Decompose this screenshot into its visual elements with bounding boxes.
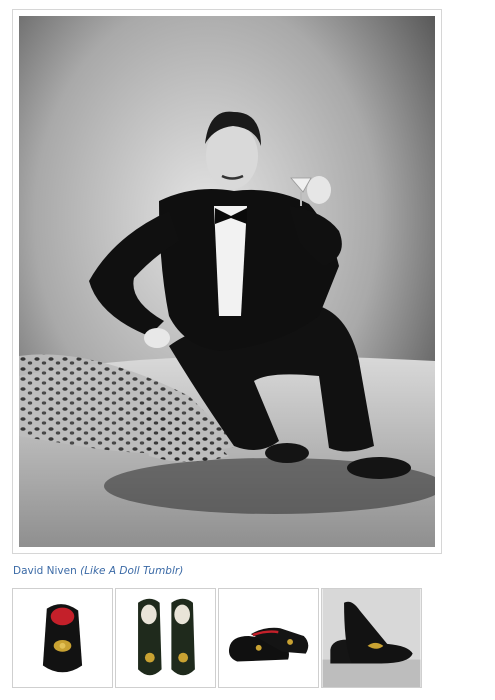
main-photo[interactable]	[19, 16, 435, 547]
main-photo-frame[interactable]	[12, 9, 442, 554]
slipper-red-lining-image	[13, 589, 112, 687]
thumbnail-3[interactable]	[218, 588, 319, 688]
thumbnail-4[interactable]	[321, 588, 422, 688]
thumbnail-2[interactable]	[115, 588, 216, 688]
thumbnail-1[interactable]	[12, 588, 113, 688]
loafer-black-red-image	[219, 589, 318, 687]
slipper-pair-green-image	[116, 589, 215, 687]
thumbnail-strip	[12, 588, 424, 690]
caption-name-link[interactable]: David Niven	[13, 565, 77, 577]
slipper-fox-embroidery-image	[322, 589, 421, 687]
caption-source-link[interactable]: (Like A Doll Tumblr)	[80, 565, 183, 577]
photo-caption: David Niven (Like A Doll Tumblr)	[13, 565, 183, 577]
